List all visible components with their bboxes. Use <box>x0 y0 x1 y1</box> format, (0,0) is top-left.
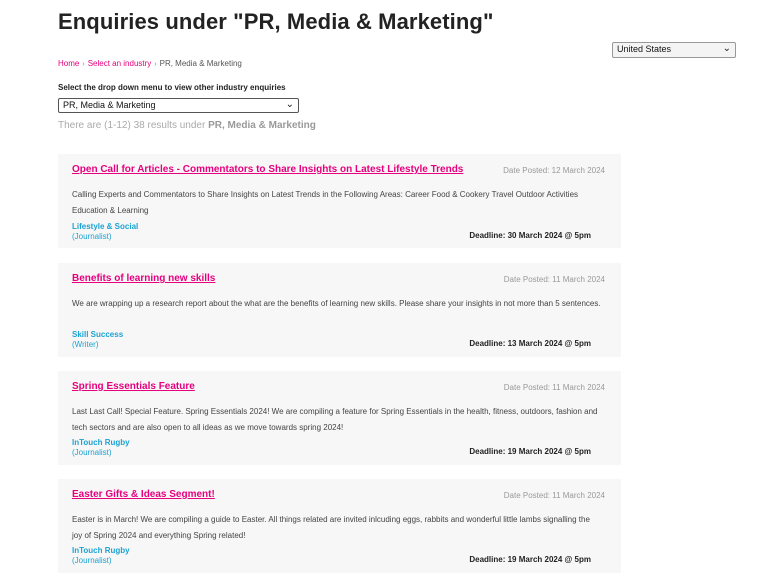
date-posted: Date Posted: 11 March 2024 <box>503 491 605 500</box>
results-industry: PR, Media & Marketing <box>208 120 316 131</box>
enquiry-title-link[interactable]: Benefits of learning new skills <box>72 273 215 284</box>
page-title: Enquiries under "PR, Media & Marketing" <box>58 9 494 34</box>
enquiry-role: (Writer) <box>72 340 99 349</box>
breadcrumb: Home › Select an industry › PR, Media & Mark… <box>58 59 242 68</box>
enquiry-deadline: Deadline: 19 March 2024 @ 5pm <box>469 555 591 564</box>
date-posted: Date Posted: 12 March 2024 <box>503 166 605 175</box>
enquiry-description: Last Last Call! Special Feature. Spring … <box>72 407 598 432</box>
enquiry-description: Calling Experts and Commentators to Shar… <box>72 190 579 215</box>
enquiry-card: Spring Essentials Feature Date Posted: 1… <box>58 371 621 465</box>
enquiry-role: (Journalist) <box>72 232 112 241</box>
enquiry-title-link[interactable]: Easter Gifts & Ideas Segment! <box>72 489 215 500</box>
enquiry-org: Skill Success <box>72 330 124 339</box>
enquiry-org: InTouch Rugby <box>72 438 130 447</box>
enquiry-card: Open Call for Articles - Commentators to… <box>58 154 621 248</box>
enquiry-description: We are wrapping up a research report abo… <box>72 299 601 308</box>
enquiry-role: (Journalist) <box>72 556 112 565</box>
enquiry-card: Benefits of learning new skills Date Pos… <box>58 263 621 357</box>
breadcrumb-separator-icon: › <box>154 61 157 68</box>
date-posted: Date Posted: 11 March 2024 <box>503 275 605 284</box>
chevron-down-icon: ⌄ <box>285 99 294 110</box>
enquiry-title-link[interactable]: Spring Essentials Feature <box>72 381 195 392</box>
enquiry-org: InTouch Rugby <box>72 546 130 555</box>
enquiry-card: Easter Gifts & Ideas Segment! Date Poste… <box>58 479 621 573</box>
enquiry-description: Easter is in March! We are compiling a g… <box>72 515 590 540</box>
country-select[interactable]: United States ⌄ <box>612 42 736 58</box>
enquiry-title-link[interactable]: Open Call for Articles - Commentators to… <box>72 164 463 175</box>
country-select-value: United States <box>617 44 672 54</box>
industry-select-value: PR, Media & Marketing <box>63 100 156 110</box>
enquiry-deadline: Deadline: 30 March 2024 @ 5pm <box>469 231 591 240</box>
date-posted: Date Posted: 11 March 2024 <box>503 383 605 392</box>
results-info: There are (1-12) 38 results under PR, Me… <box>58 120 316 131</box>
chevron-down-icon: ⌄ <box>722 43 731 54</box>
breadcrumb-separator-icon: › <box>82 61 85 68</box>
enquiry-org: Lifestyle & Social <box>72 222 139 231</box>
enquiry-deadline: Deadline: 19 March 2024 @ 5pm <box>469 447 591 456</box>
enquiry-role: (Journalist) <box>72 448 112 457</box>
industry-dropdown-label: Select the drop down menu to view other … <box>58 83 286 92</box>
results-count: There are (1-12) 38 results under <box>58 120 206 131</box>
breadcrumb-home-link[interactable]: Home <box>58 59 79 68</box>
enquiry-deadline: Deadline: 13 March 2024 @ 5pm <box>469 339 591 348</box>
breadcrumb-select-industry-link[interactable]: Select an industry <box>88 59 152 68</box>
breadcrumb-current: PR, Media & Marketing <box>159 59 242 68</box>
industry-select[interactable]: PR, Media & Marketing ⌄ <box>58 98 299 113</box>
